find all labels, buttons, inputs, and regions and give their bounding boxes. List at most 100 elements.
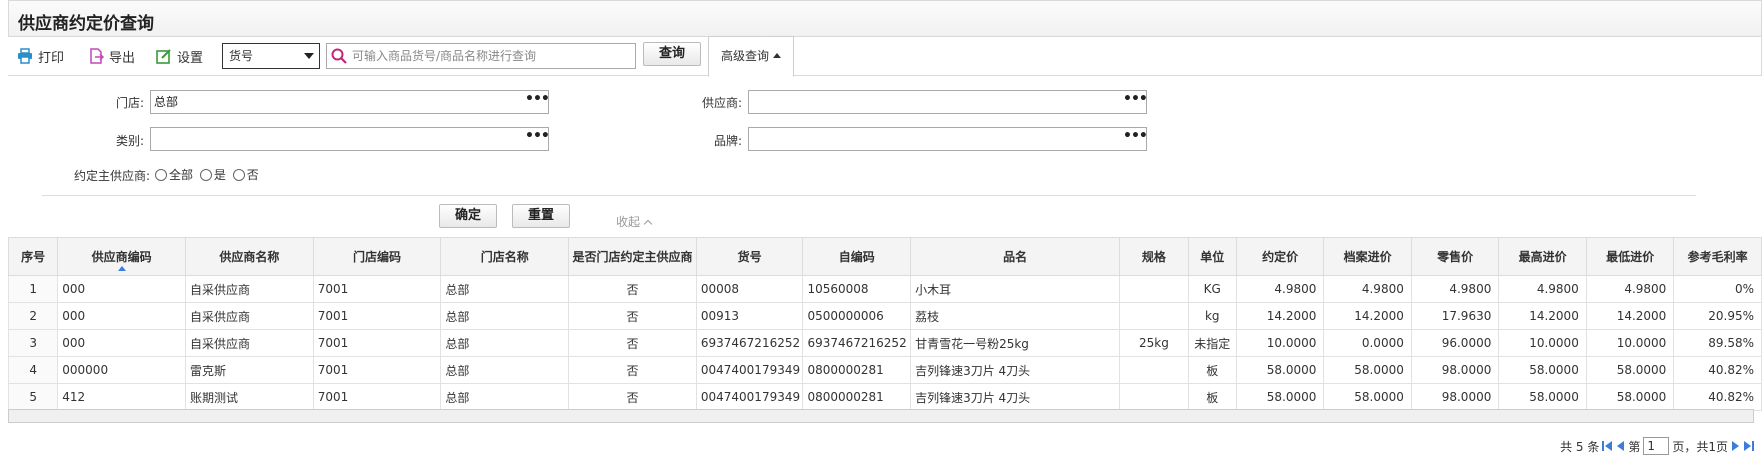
- column-header[interactable]: 货号: [695, 237, 804, 276]
- column-header[interactable]: 门店编码: [312, 237, 442, 276]
- table-cell: 4.9800: [1235, 275, 1325, 303]
- export-button[interactable]: 导出: [88, 46, 135, 66]
- table-cell: 000: [57, 302, 186, 330]
- brand-picker-button[interactable]: •••: [1123, 127, 1148, 151]
- next-page-icon[interactable]: [1731, 441, 1741, 451]
- column-header[interactable]: 供应商编码: [57, 237, 186, 276]
- table-cell: 自采供应商: [184, 329, 314, 357]
- brand-label: 品牌:: [713, 134, 742, 148]
- column-header[interactable]: 零售价: [1410, 237, 1500, 276]
- supplier-label: 供应商:: [701, 96, 742, 110]
- page-number-input[interactable]: 1: [1643, 437, 1670, 455]
- table-cell: 7001: [312, 275, 442, 303]
- table-cell: 10.0000: [1235, 329, 1325, 357]
- collapse-link[interactable]: 收起: [616, 213, 653, 230]
- table-cell: 否: [568, 383, 697, 411]
- table-cell: 96.0000: [1410, 329, 1500, 357]
- table-cell: 未指定: [1187, 329, 1237, 357]
- table-cell: 58.0000: [1498, 356, 1587, 384]
- column-header[interactable]: 品名: [910, 237, 1121, 276]
- search-input[interactable]: [352, 46, 632, 66]
- category-picker-button[interactable]: •••: [525, 127, 550, 151]
- table-cell: 总部: [440, 275, 570, 303]
- store-input[interactable]: 总部: [150, 90, 526, 114]
- column-header[interactable]: 供应商名称: [184, 237, 314, 276]
- table-cell: 17.9630: [1410, 302, 1500, 330]
- chevron-down-icon: [304, 53, 314, 59]
- column-header[interactable]: 规格: [1119, 237, 1189, 276]
- table-cell: 40.82%: [1673, 383, 1762, 411]
- column-header[interactable]: 单位: [1187, 237, 1237, 276]
- search-field-select[interactable]: 货号: [222, 43, 320, 69]
- column-header[interactable]: 参考毛利率: [1673, 237, 1762, 276]
- column-header[interactable]: 约定价: [1235, 237, 1325, 276]
- table-cell: 6937467216252: [802, 329, 912, 357]
- column-header[interactable]: 最高进价: [1498, 237, 1587, 276]
- table-cell: 7001: [312, 329, 442, 357]
- supplier-picker-button[interactable]: •••: [1123, 90, 1148, 114]
- confirm-button[interactable]: 确定: [439, 204, 497, 228]
- collapse-label: 收起: [616, 215, 641, 229]
- radio-no[interactable]: 否: [232, 168, 259, 182]
- query-button[interactable]: 查询: [643, 42, 701, 66]
- table-cell: 0.0000: [1323, 329, 1412, 357]
- column-header[interactable]: 是否门店约定主供应商: [568, 237, 697, 276]
- table-row[interactable]: 2 000 自采供应商 7001 总部否 00913 0500000006 荔枝 kg 14.20…: [7, 302, 1762, 330]
- table-row[interactable]: 3 000 自采供应商 7001 总部否 6937467216252 69374672162…: [7, 329, 1762, 357]
- radio-no-label: 否: [246, 168, 259, 182]
- table-cell: 自采供应商: [184, 275, 314, 303]
- table-cell: 000000: [57, 356, 186, 384]
- divider: [42, 195, 1696, 196]
- ellipsis-icon: •••: [525, 128, 550, 144]
- radio-yes[interactable]: 是: [199, 168, 226, 182]
- export-label: 导出: [109, 50, 136, 66]
- table-cell: 吉列锋速3刀片 4刀头: [910, 356, 1121, 384]
- advanced-query-label: 高级查询: [720, 49, 769, 63]
- store-label: 门店:: [115, 96, 144, 110]
- table-cell: 000: [57, 329, 186, 357]
- ellipsis-icon: •••: [1123, 128, 1148, 144]
- brand-input[interactable]: [748, 127, 1124, 151]
- table-cell: 0%: [1673, 275, 1762, 303]
- table-cell: 甘青雪花一号粉25kg: [910, 329, 1121, 357]
- table-cell: 总部: [440, 383, 570, 411]
- table-cell: 58.0000: [1585, 356, 1675, 384]
- column-header[interactable]: 档案进价: [1323, 237, 1412, 276]
- caret-up-icon: [773, 53, 781, 58]
- table-cell: 412: [57, 383, 186, 411]
- column-header[interactable]: 自编码: [802, 237, 912, 276]
- settings-button[interactable]: 设置: [156, 46, 203, 66]
- table-cell: 0047400179349: [695, 383, 804, 411]
- radio-all-label: 全部: [169, 168, 194, 182]
- prev-page-icon[interactable]: [1615, 441, 1625, 451]
- table-row[interactable]: 5 412 账期测试 7001 总部否 0047400179349 0800000281 吉列…: [7, 383, 1762, 411]
- table-row[interactable]: 1 000 自采供应商 7001 总部否 00008 10560008 小木耳 KG 4.9800…: [7, 275, 1762, 303]
- reset-button[interactable]: 重置: [512, 204, 570, 228]
- table-row[interactable]: 4 000000 雷克斯 7001 总部否 0047400179349 0800000281…: [7, 356, 1762, 384]
- table-cell: 40.82%: [1673, 356, 1762, 384]
- radio-all[interactable]: 全部: [155, 168, 193, 182]
- radio-yes-label: 是: [213, 168, 226, 182]
- table-cell: 10.0000: [1585, 329, 1675, 357]
- print-button[interactable]: 打印: [17, 46, 64, 66]
- printer-icon: [18, 48, 32, 64]
- column-header[interactable]: 序号: [7, 237, 59, 276]
- settings-label: 设置: [177, 50, 204, 66]
- table-cell: 4.9800: [1410, 275, 1500, 303]
- table-cell: 00913: [695, 302, 804, 330]
- table-cell: 5: [7, 383, 59, 411]
- chevron-up-icon: [643, 219, 653, 229]
- supplier-input[interactable]: [748, 90, 1124, 114]
- store-picker-button[interactable]: •••: [525, 90, 550, 114]
- category-input[interactable]: [150, 127, 526, 151]
- last-page-icon[interactable]: [1744, 441, 1754, 451]
- table-cell: 0500000006: [802, 302, 912, 330]
- column-header[interactable]: 门店名称: [440, 237, 570, 276]
- first-page-icon[interactable]: [1602, 441, 1613, 451]
- table-cell: 98.0000: [1410, 383, 1500, 411]
- table-cell: 58.0000: [1498, 383, 1587, 411]
- horizontal-scrollbar[interactable]: [8, 409, 1754, 423]
- advanced-query-tab[interactable]: 高级查询: [708, 36, 794, 77]
- column-header[interactable]: 最低进价: [1585, 237, 1675, 276]
- table-cell: 7001: [312, 356, 442, 384]
